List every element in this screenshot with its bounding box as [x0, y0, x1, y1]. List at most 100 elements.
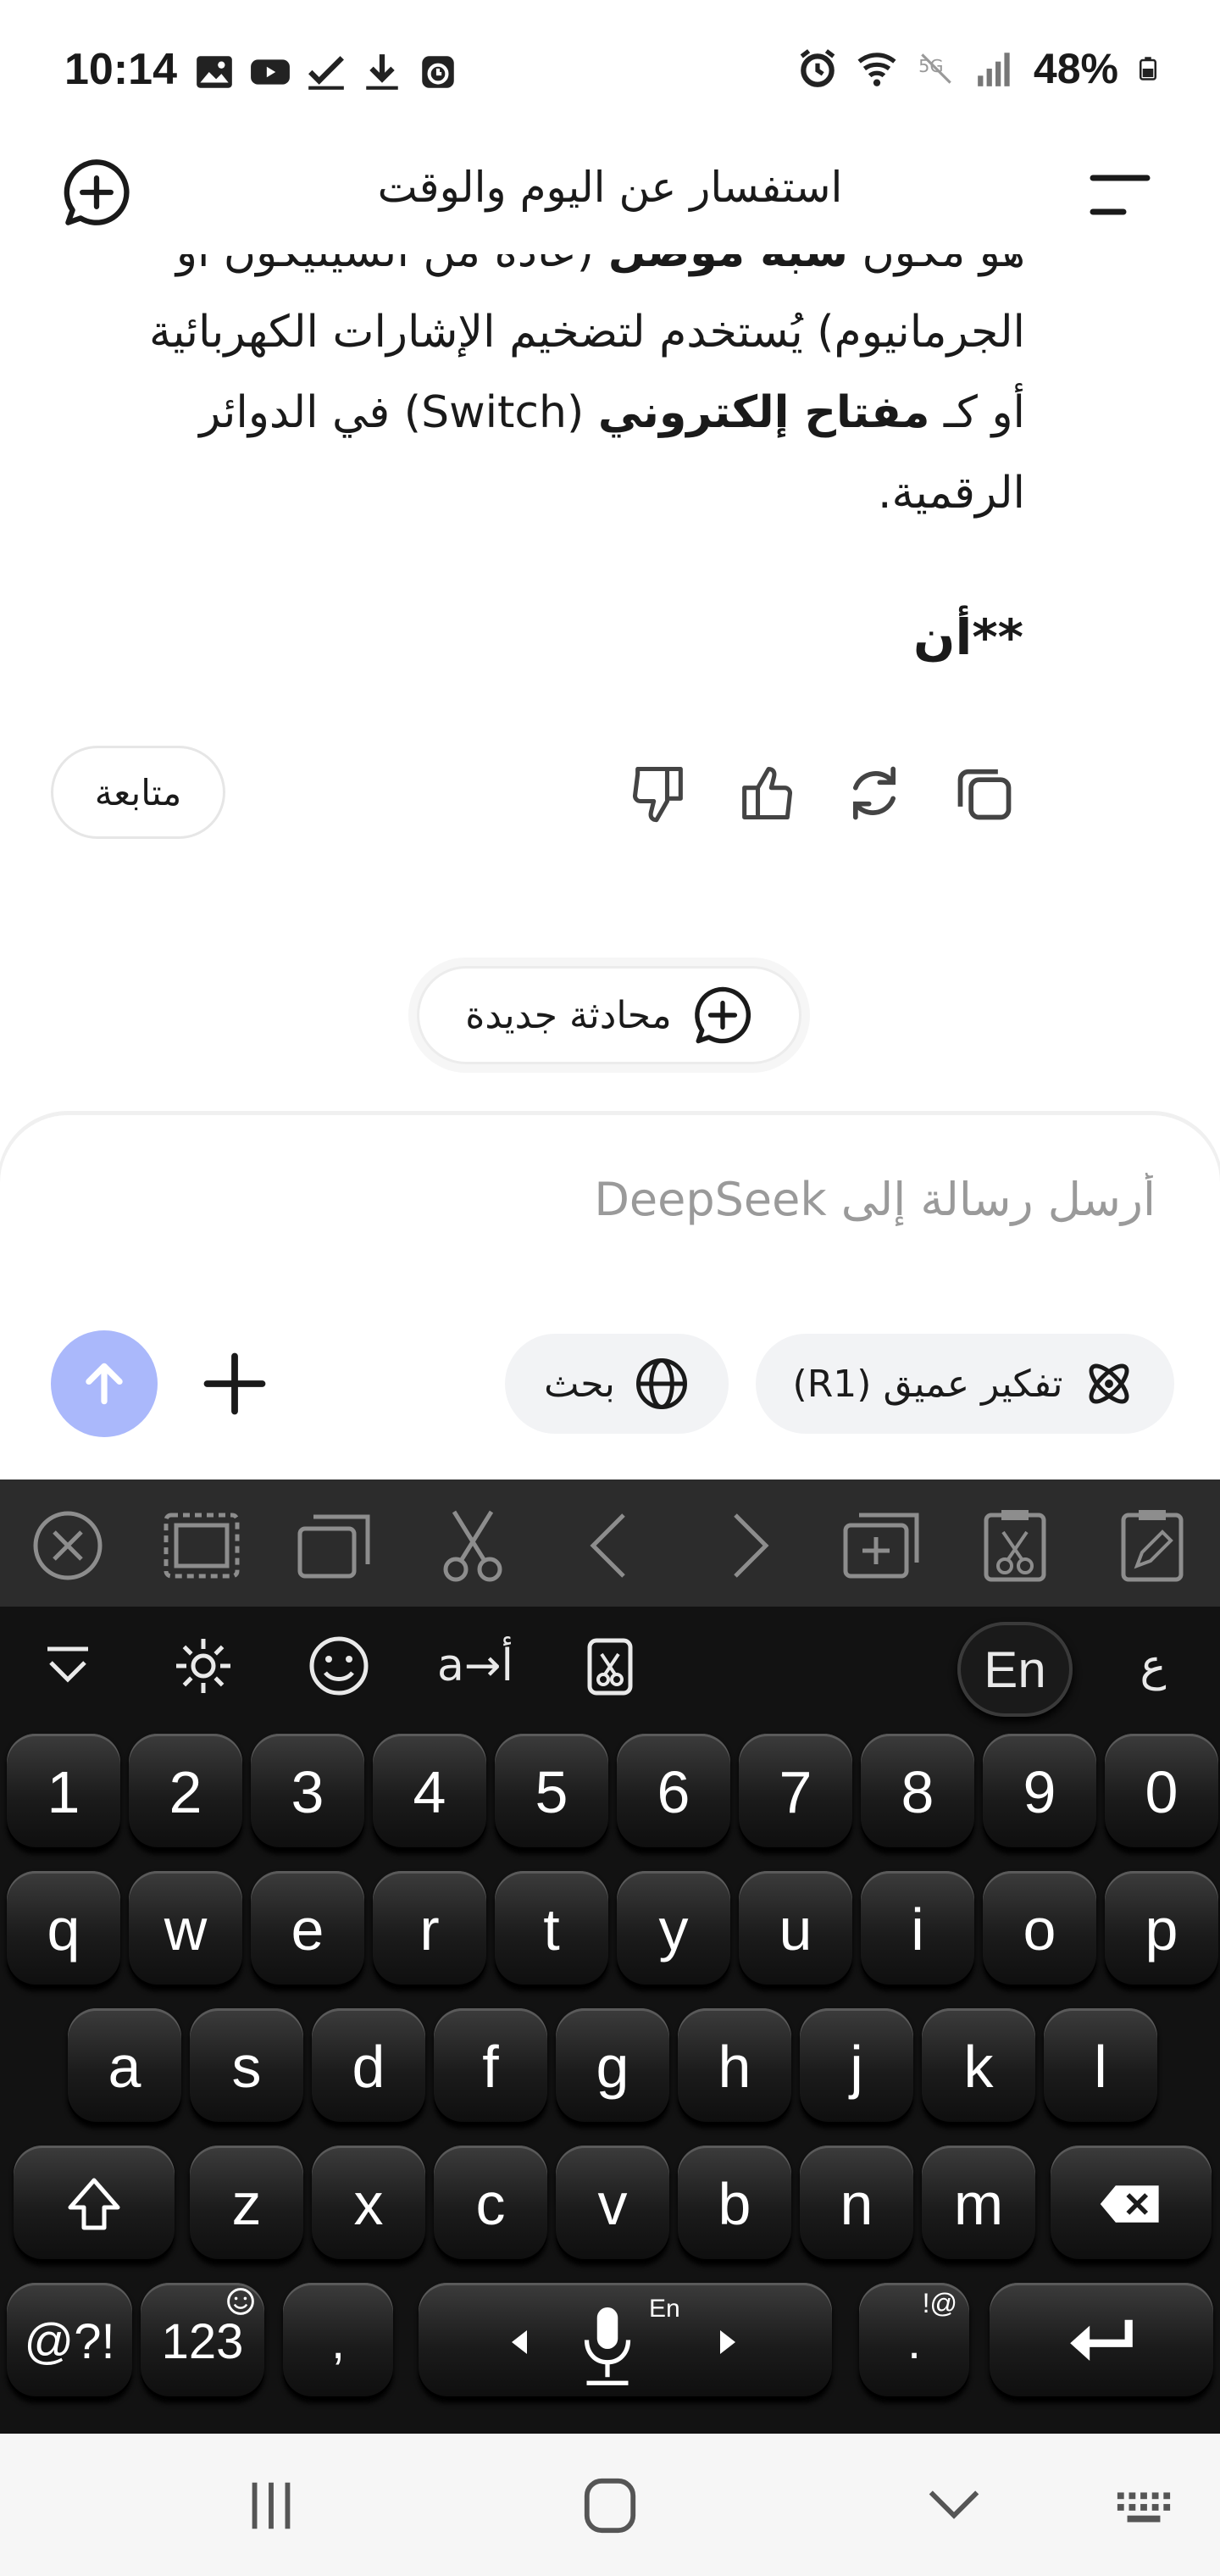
key-0[interactable]: 0 [1105, 1734, 1218, 1851]
copy-icon[interactable] [952, 761, 1017, 825]
key-i[interactable]: i [861, 1871, 974, 1988]
period-label: . [907, 2313, 922, 2369]
atom-icon [1090, 1363, 1129, 1404]
key-r[interactable]: r [373, 1871, 486, 1988]
space-language-label: En [649, 2295, 680, 2323]
keyboard-function-row: a→أ En ع [0, 1607, 1220, 1717]
key-l[interactable]: l [1044, 2008, 1157, 2125]
key-u[interactable]: u [739, 1871, 852, 1988]
comma-key[interactable]: , [283, 2283, 393, 2400]
paste-icon[interactable] [839, 1508, 923, 1583]
arabic-layout-button[interactable]: ع [1115, 1632, 1191, 1700]
key-z[interactable]: z [190, 2146, 303, 2262]
alarm-icon [800, 49, 835, 87]
bold-term: مفتاح إلكتروني [597, 387, 930, 438]
menu-icon[interactable] [1088, 168, 1152, 222]
new-conversation-label: محادثة جديدة [465, 993, 672, 1037]
key-k[interactable]: k [922, 2008, 1035, 2125]
key-p[interactable]: p [1105, 1871, 1218, 1988]
key-y[interactable]: y [617, 1871, 730, 1988]
back-icon[interactable] [920, 2476, 988, 2535]
signal-icon [978, 53, 1010, 86]
spacebar-key[interactable]: En [419, 2283, 832, 2400]
deep-think-label: تفكير عميق (R1) [792, 1362, 1063, 1406]
key-o[interactable]: o [983, 1871, 1096, 1988]
enter-icon [1070, 2319, 1133, 2361]
status-time: 10:14 [64, 45, 177, 94]
home-icon[interactable] [576, 2476, 644, 2535]
key-b[interactable]: b [678, 2146, 791, 2262]
transliteration-toggle[interactable]: a→أ [429, 1632, 522, 1700]
search-toggle[interactable]: بحث [505, 1334, 729, 1434]
cursor-right-icon[interactable] [705, 1508, 790, 1583]
key-v[interactable]: v [556, 2146, 669, 2262]
emoji-icon[interactable] [305, 1632, 373, 1700]
language-switch-button[interactable]: En [957, 1622, 1073, 1717]
numbers-label: 123 [161, 2313, 244, 2369]
key-x[interactable]: x [312, 2146, 425, 2262]
key-t[interactable]: t [495, 1871, 608, 1988]
key-e[interactable]: e [251, 1871, 364, 1988]
plus-chat-icon [694, 986, 751, 1044]
key-9[interactable]: 9 [983, 1734, 1096, 1851]
key-q[interactable]: q [7, 1871, 120, 1988]
cut-icon[interactable] [430, 1508, 515, 1583]
key-2[interactable]: 2 [129, 1734, 242, 1851]
message-input[interactable] [139, 1173, 1156, 1226]
clipboard-edit-icon[interactable] [1110, 1508, 1195, 1583]
backspace-icon [1100, 2185, 1159, 2223]
key-w[interactable]: w [129, 1871, 242, 1988]
chevron-right-icon [720, 2330, 735, 2354]
key-j[interactable]: j [800, 2008, 913, 2125]
numbers-key[interactable]: 123 [141, 2283, 264, 2400]
search-label: بحث [544, 1362, 615, 1406]
period-key[interactable]: . !@ [859, 2283, 969, 2400]
clipboard-icon[interactable] [576, 1632, 644, 1700]
hide-keyboard-icon[interactable] [34, 1632, 102, 1700]
key-h[interactable]: h [678, 2008, 791, 2125]
follow-up-button[interactable]: متابعة [51, 746, 225, 839]
copy-icon[interactable] [293, 1508, 378, 1583]
close-icon[interactable] [25, 1508, 110, 1583]
arrow-up-icon [86, 1363, 123, 1405]
key-1[interactable]: 1 [7, 1734, 120, 1851]
period-alt-label: !@ [922, 2288, 957, 2318]
key-g[interactable]: g [556, 2008, 669, 2125]
key-8[interactable]: 8 [861, 1734, 974, 1851]
thumbs-down-icon[interactable] [627, 761, 691, 825]
regenerate-icon[interactable] [842, 761, 907, 825]
send-button[interactable] [51, 1330, 158, 1437]
deep-think-toggle[interactable]: تفكير عميق (R1) [756, 1334, 1174, 1434]
chevron-left-icon [512, 2330, 527, 2354]
key-d[interactable]: d [312, 2008, 425, 2125]
select-all-icon[interactable] [159, 1508, 244, 1583]
key-5[interactable]: 5 [495, 1734, 608, 1851]
recent-apps-icon[interactable] [237, 2476, 305, 2535]
download-icon [366, 54, 398, 90]
key-c[interactable]: c [434, 2146, 547, 2262]
plus-icon[interactable] [202, 1351, 268, 1417]
message-trailing-text: **أن [912, 608, 1023, 666]
key-6[interactable]: 6 [617, 1734, 730, 1851]
enter-key[interactable] [990, 2283, 1213, 2400]
clipboard-cut-icon[interactable] [973, 1508, 1057, 1583]
message-composer: تفكير عميق (R1) بحث [0, 1115, 1220, 1480]
shift-key[interactable] [14, 2146, 175, 2262]
youtube-icon [251, 59, 290, 85]
key-s[interactable]: s [190, 2008, 303, 2125]
thumbs-up-icon[interactable] [734, 761, 798, 825]
key-3[interactable]: 3 [251, 1734, 364, 1851]
key-m[interactable]: m [922, 2146, 1035, 2262]
settings-icon[interactable] [169, 1632, 237, 1700]
key-a[interactable]: a [68, 2008, 181, 2125]
emoji-badge-icon [227, 2288, 254, 2315]
backspace-key[interactable] [1051, 2146, 1212, 2262]
key-7[interactable]: 7 [739, 1734, 852, 1851]
keyboard-switch-icon[interactable] [1110, 2476, 1178, 2535]
cursor-left-icon[interactable] [569, 1508, 654, 1583]
symbols-key[interactable]: @?! [7, 2283, 132, 2400]
key-n[interactable]: n [800, 2146, 913, 2262]
key-4[interactable]: 4 [373, 1734, 486, 1851]
new-conversation-button[interactable]: محادثة جديدة [417, 966, 801, 1064]
key-f[interactable]: f [434, 2008, 547, 2125]
